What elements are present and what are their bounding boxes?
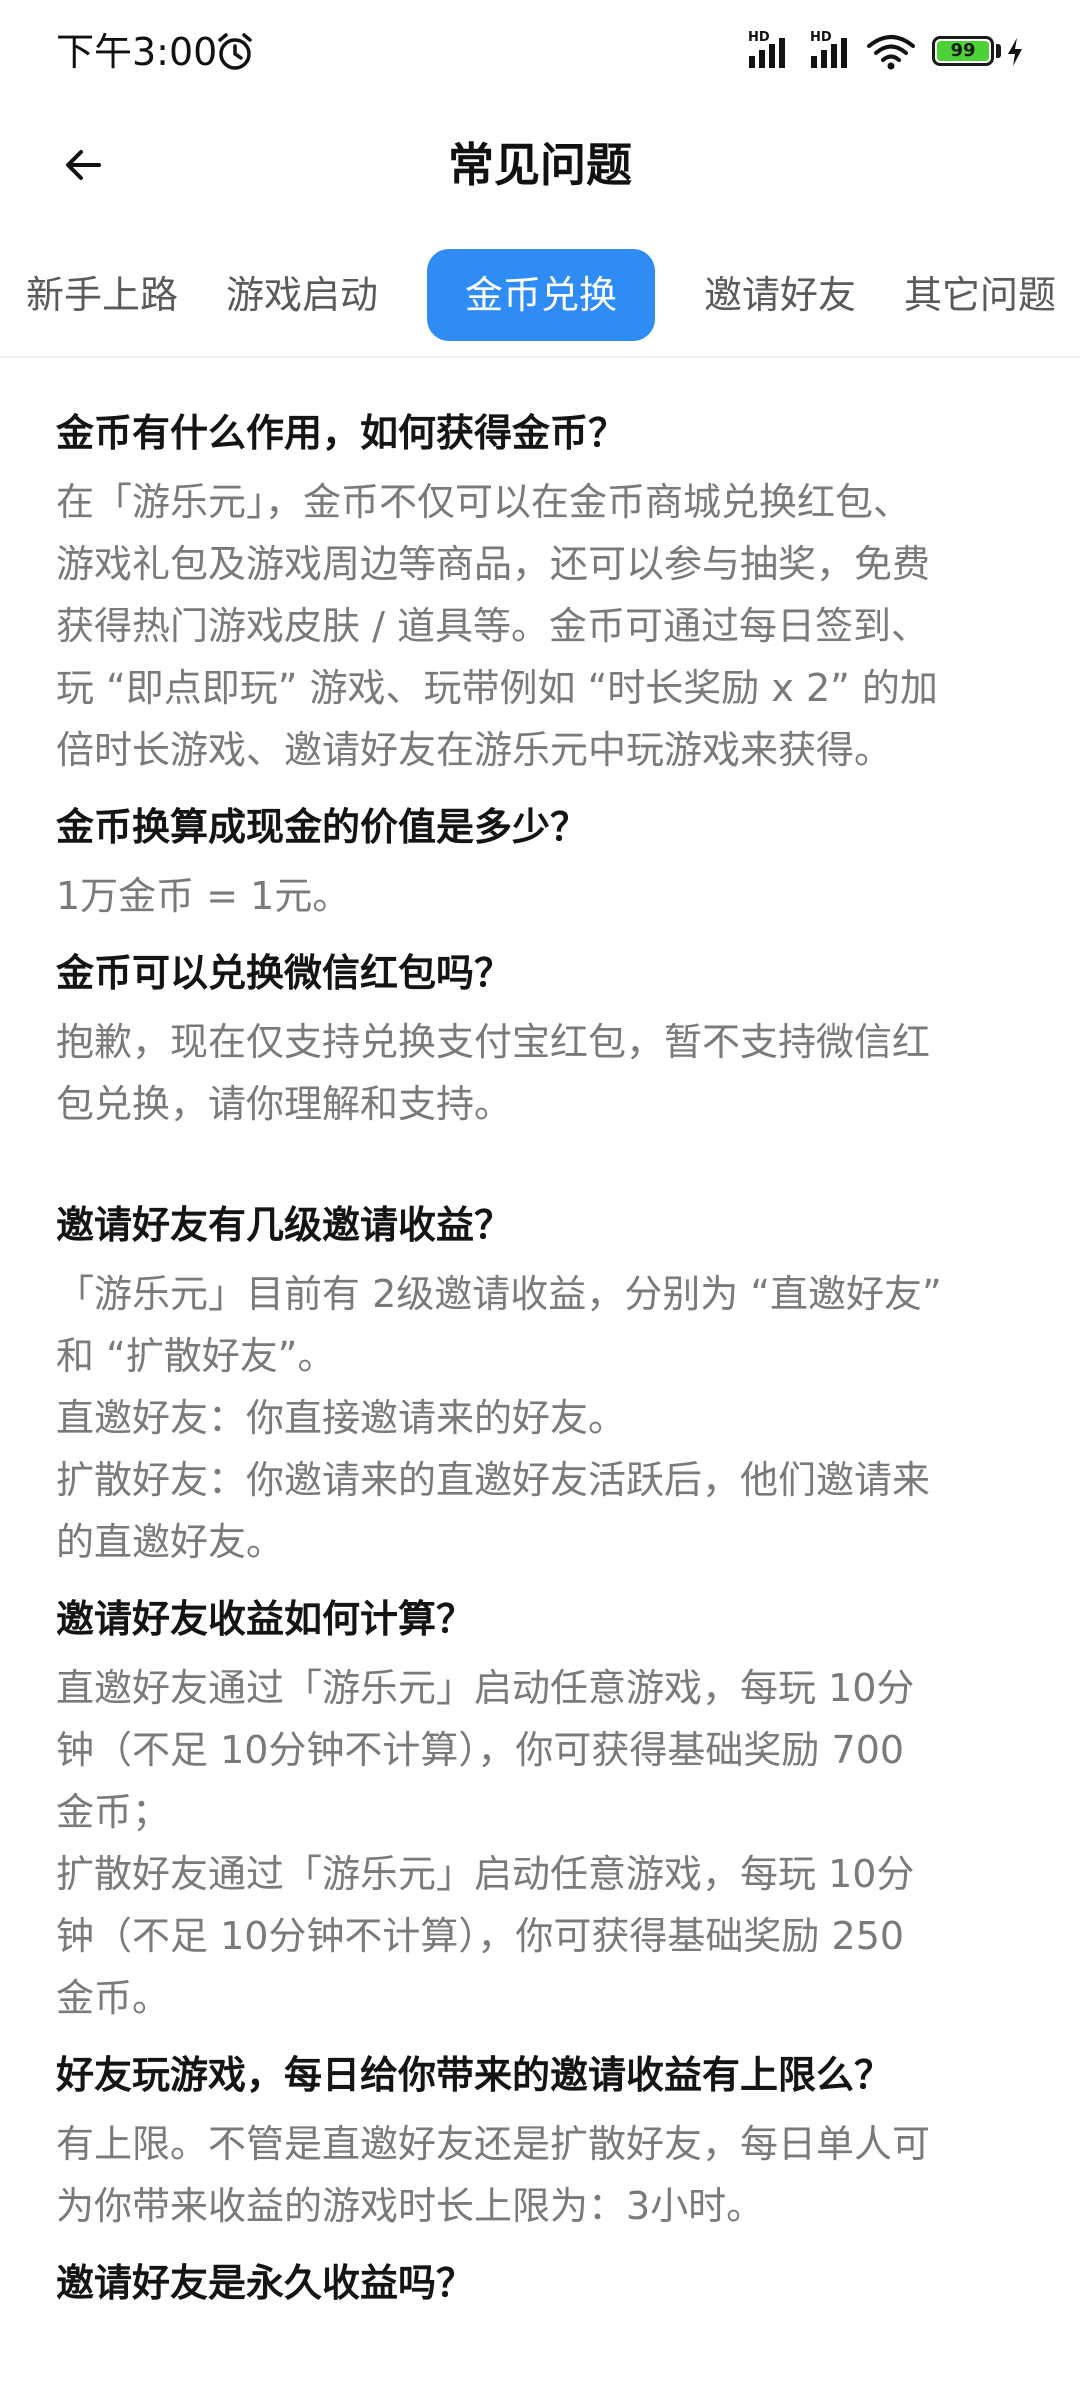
tab-invite-friends[interactable]: 邀请好友 [700,249,860,341]
tab-bar: 新手上路 游戏启动 金币兑换 邀请好友 其它问题 [0,245,1080,345]
faq-answer: 「游乐元」目前有 2级邀请收益，分别为 “直邀好友” 和 “扩散好友”。 直邀好… [56,1272,942,1564]
wifi-icon [867,35,915,70]
faq-question: 金币换算成现金的价值是多少？ [56,805,589,849]
cellular-signal-icon [749,38,785,68]
tab-coin-exchange[interactable]: 金币兑换 [427,249,655,341]
back-button[interactable] [50,132,116,198]
faq-item: 金币有什么作用，如何获得金币？ 在「游乐元」，金币不仅可以在金币商城兑换红包、 … [56,395,1026,781]
battery-icon: 99 [932,36,994,66]
faq-answer: 抱歉，现在仅支持兑换支付宝红包，暂不支持微信红 包兑换，请你理解和支持。 [56,1020,931,1126]
faq-question: 金币可以兑换微信红包吗？ [56,951,513,995]
tab-game-launch[interactable]: 游戏启动 [222,249,382,341]
battery-level: 99 [937,41,989,61]
faq-answer: 1万金币 = 1元。 [56,874,351,918]
cellular-signal-icon [811,38,847,68]
faq-answer: 有上限。不管是直邀好友还是扩散好友，每日单人可 为你带来收益的游戏时长上限为：3… [56,2122,931,2228]
faq-question: 邀请好友是永久收益吗？ [56,2261,475,2305]
faq-question: 邀请好友有几级邀请收益？ [56,1203,513,1247]
faq-answer: 直邀好友通过「游乐元」启动任意游戏，每玩 10分 钟（不足 10分钟不计算），你… [56,1666,915,2020]
faq-item: 金币可以兑换微信红包吗？ 抱歉，现在仅支持兑换支付宝红包，暂不支持微信红 包兑换… [56,935,1026,1135]
tab-beginner[interactable]: 新手上路 [22,249,182,341]
charging-bolt-icon [1008,38,1022,66]
faq-item: 邀请好友收益如何计算？ 直邀好友通过「游乐元」启动任意游戏，每玩 10分 钟（不… [56,1581,1026,2029]
alarm-clock-icon [218,33,252,70]
back-arrow-icon [66,150,101,180]
status-time: 下午3:00 [56,30,218,74]
faq-question: 邀请好友收益如何计算？ [56,1597,475,1641]
battery-cap [996,44,1001,58]
faq-item: 好友玩游戏，每日给你带来的邀请收益有上限么？ 有上限。不管是直邀好友还是扩散好友… [56,2037,1026,2237]
status-bar: 下午3:00 HD HD 99 [0,0,1080,105]
faq-item: 邀请好友有几级邀请收益？ 「游乐元」目前有 2级邀请收益，分别为 “直邀好友” … [56,1187,1026,1573]
tab-divider [0,356,1080,358]
faq-answer: 在「游乐元」，金币不仅可以在金币商城兑换红包、 游戏礼包及游戏周边等商品，还可以… [56,480,938,772]
header: 常见问题 [0,110,1080,220]
faq-list: 金币有什么作用，如何获得金币？ 在「游乐元」，金币不仅可以在金币商城兑换红包、 … [56,395,1026,2321]
faq-question: 好友玩游戏，每日给你带来的邀请收益有上限么？ [56,2053,893,2097]
page-title: 常见问题 [448,138,632,192]
faq-item: 金币换算成现金的价值是多少？ 1万金币 = 1元。 [56,789,1026,927]
tab-other-questions[interactable]: 其它问题 [900,249,1060,341]
faq-item: 邀请好友是永久收益吗？ [56,2245,1026,2321]
faq-question: 金币有什么作用，如何获得金币？ [56,411,627,455]
faq-screen: 下午3:00 HD HD 99 常见问题 新手上路 游戏启动 金币兑换 邀请好友… [0,0,1080,2400]
